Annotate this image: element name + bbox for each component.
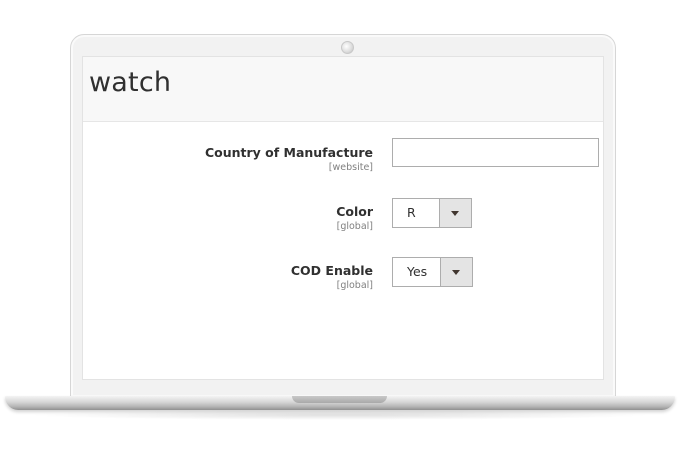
chevron-down-icon (451, 211, 459, 216)
field-label-country: Country of Manufacture [website] (83, 145, 373, 174)
field-label: COD Enable (290, 263, 373, 278)
field-label: Country of Manufacture (204, 145, 373, 160)
field-scope: [website] (328, 162, 373, 173)
cod-enable-select[interactable]: Yes (392, 257, 473, 287)
select-value: R (407, 205, 416, 220)
chevron-down-icon (452, 270, 460, 275)
select-dropdown-button[interactable] (439, 199, 471, 227)
field-scope: [global] (336, 221, 373, 232)
field-label-color: Color [global] (83, 204, 373, 233)
country-of-manufacture-input[interactable] (392, 138, 599, 167)
select-dropdown-button[interactable] (440, 258, 472, 286)
field-label: Color (336, 204, 373, 219)
screen: watch Country of Manufacture [website] C… (82, 56, 604, 380)
color-select[interactable]: R (392, 198, 472, 228)
laptop-shadow (25, 410, 655, 420)
page-header: watch (83, 57, 603, 122)
webcam-icon (341, 41, 354, 54)
laptop-notch (292, 396, 387, 403)
field-label-cod-enable: COD Enable [global] (83, 263, 373, 292)
page-title: watch (89, 67, 172, 98)
select-value: Yes (407, 264, 428, 279)
field-scope: [global] (336, 280, 373, 291)
